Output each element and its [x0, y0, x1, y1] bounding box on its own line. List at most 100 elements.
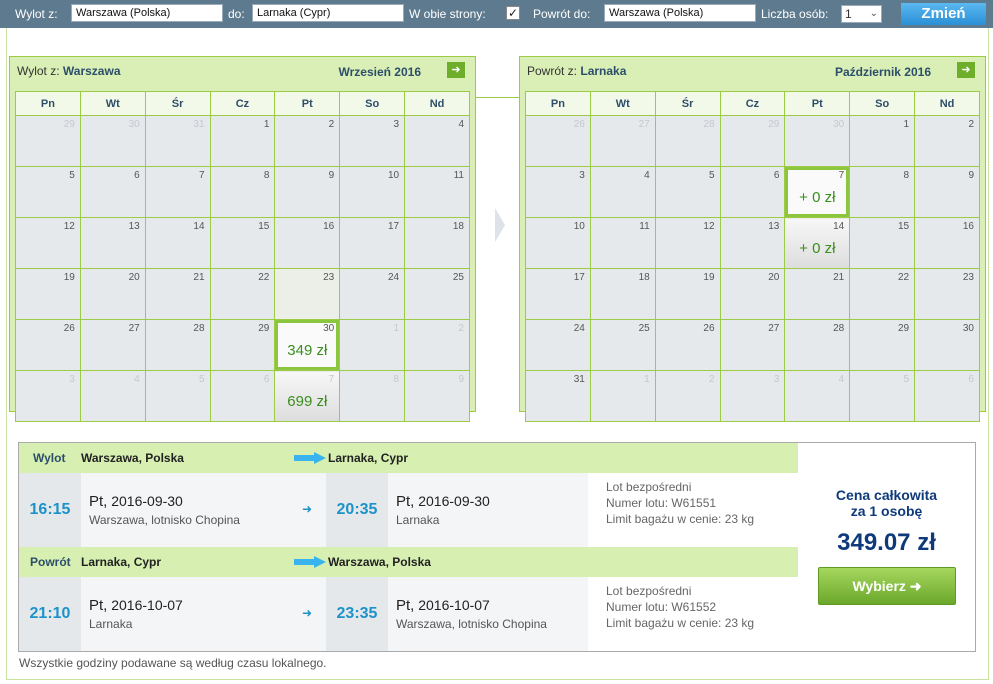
calendar-day[interactable]: 27: [589, 115, 656, 167]
calendar-day[interactable]: 25: [404, 268, 470, 320]
calendar-day[interactable]: 5: [849, 370, 916, 422]
calendar-day[interactable]: 18: [404, 217, 470, 269]
calendar-day[interactable]: 2: [654, 370, 721, 422]
calendar-day[interactable]: 14 + 0 zł: [784, 217, 851, 269]
calendar-day[interactable]: 2: [404, 319, 470, 371]
calendar-day[interactable]: 24: [339, 268, 406, 320]
calendar-day[interactable]: 21: [144, 268, 211, 320]
calendar-day[interactable]: 30: [784, 115, 851, 167]
calendar-day[interactable]: 16: [914, 217, 980, 269]
calendar-day[interactable]: 16: [274, 217, 341, 269]
calendar-day[interactable]: 9: [404, 370, 470, 422]
calendar-day[interactable]: 1: [339, 319, 406, 371]
calendar-day[interactable]: 30: [914, 319, 980, 371]
calendar-day[interactable]: 23: [274, 268, 341, 320]
calendar-day[interactable]: 20: [719, 268, 786, 320]
day-number: 21: [833, 272, 845, 283]
calendar-day[interactable]: 2: [274, 115, 341, 167]
calendar-day[interactable]: 29: [719, 115, 786, 167]
calendar-day[interactable]: 22: [209, 268, 276, 320]
calendar-day[interactable]: 4: [79, 370, 146, 422]
calendar-day[interactable]: 4: [404, 115, 470, 167]
calendar-day[interactable]: 9: [274, 166, 341, 218]
calendar-day[interactable]: 8: [209, 166, 276, 218]
select-button[interactable]: Wybierz ➜: [818, 567, 956, 605]
calendar-day[interactable]: 5: [654, 166, 721, 218]
persons-select[interactable]: 1 ⌄: [841, 5, 882, 23]
calendar-day[interactable]: 19: [654, 268, 721, 320]
roundtrip-checkbox[interactable]: ✓: [506, 6, 520, 20]
calendar-day[interactable]: 18: [589, 268, 656, 320]
calendar-day[interactable]: 4: [784, 370, 851, 422]
calendar-day[interactable]: 26: [525, 115, 591, 167]
calendar-day[interactable]: 15: [849, 217, 916, 269]
calendar-day[interactable]: 2: [914, 115, 980, 167]
calendar-day[interactable]: 13: [719, 217, 786, 269]
return-input[interactable]: Warszawa (Polska): [604, 4, 756, 22]
calendar-day[interactable]: 25: [589, 319, 656, 371]
calendar-day[interactable]: 3: [15, 370, 81, 422]
calendar-day[interactable]: 29: [849, 319, 916, 371]
calendar-day[interactable]: 7 + 0 zł: [784, 166, 851, 218]
weekday-header-row: Pn Wt Śr Cz Pt So Nd: [15, 91, 470, 116]
calendar-day[interactable]: 20: [79, 268, 146, 320]
calendar-day[interactable]: 8: [339, 370, 406, 422]
calendar-day[interactable]: 24: [525, 319, 591, 371]
calendar-day[interactable]: 11: [404, 166, 470, 218]
calendar-day[interactable]: 1: [849, 115, 916, 167]
calendar-day[interactable]: 1: [209, 115, 276, 167]
timezone-note: Wszystkie godziny podawane są według cza…: [19, 656, 327, 670]
calendar-day[interactable]: 5: [144, 370, 211, 422]
calendar-day[interactable]: 26: [15, 319, 81, 371]
calendar-day[interactable]: 12: [654, 217, 721, 269]
calendar-day[interactable]: 1: [589, 370, 656, 422]
from-input[interactable]: Warszawa (Polska): [71, 4, 223, 22]
calendar-day[interactable]: 28: [654, 115, 721, 167]
calendar-day[interactable]: 30: [79, 115, 146, 167]
calendar-day[interactable]: 5: [15, 166, 81, 218]
calendar-day[interactable]: 14: [144, 217, 211, 269]
calendar-day[interactable]: 27: [719, 319, 786, 371]
calendar-day[interactable]: 6: [914, 370, 980, 422]
day-number: 30: [962, 323, 974, 334]
calendar-day[interactable]: 6: [209, 370, 276, 422]
calendar-day[interactable]: 21: [784, 268, 851, 320]
day-number: 27: [128, 323, 140, 334]
calendar-day[interactable]: 23: [914, 268, 980, 320]
calendar-day[interactable]: 10: [339, 166, 406, 218]
calendar-day[interactable]: 6: [79, 166, 146, 218]
change-button[interactable]: Zmień: [901, 3, 986, 25]
calendar-day[interactable]: 22: [849, 268, 916, 320]
calendar-day[interactable]: 9: [914, 166, 980, 218]
calendar-day[interactable]: 28: [144, 319, 211, 371]
calendar-day[interactable]: 31: [144, 115, 211, 167]
arrow-icon: ➜: [302, 606, 313, 620]
calendar-day[interactable]: 3: [719, 370, 786, 422]
calendar-day[interactable]: 15: [209, 217, 276, 269]
calendar-day[interactable]: 29: [209, 319, 276, 371]
calendar-day[interactable]: 19: [15, 268, 81, 320]
to-input[interactable]: Larnaka (Cypr): [252, 4, 404, 22]
next-month-arrow-icon[interactable]: ➜: [447, 62, 465, 78]
calendar-day[interactable]: 8: [849, 166, 916, 218]
calendar-day[interactable]: 7 699 zł: [274, 370, 341, 422]
calendar-day[interactable]: 28: [784, 319, 851, 371]
calendar-day[interactable]: 7: [144, 166, 211, 218]
calendar-day[interactable]: 26: [654, 319, 721, 371]
calendar-day[interactable]: 13: [79, 217, 146, 269]
calendar-day[interactable]: 10: [525, 217, 591, 269]
calendar-day[interactable]: 30 349 zł: [274, 319, 341, 371]
calendar-day[interactable]: 29: [15, 115, 81, 167]
calendar-day[interactable]: 27: [79, 319, 146, 371]
calendar-day[interactable]: 11: [589, 217, 656, 269]
calendar-day[interactable]: 17: [525, 268, 591, 320]
calendar-day[interactable]: 31: [525, 370, 591, 422]
calendar-day[interactable]: 3: [525, 166, 591, 218]
calendar-day[interactable]: 12: [15, 217, 81, 269]
next-month-arrow-icon[interactable]: ➜: [957, 62, 975, 78]
calendar-day[interactable]: 4: [589, 166, 656, 218]
calendar-day[interactable]: 3: [339, 115, 406, 167]
calendar-day[interactable]: 17: [339, 217, 406, 269]
calendar-day[interactable]: 6: [719, 166, 786, 218]
calendar-month: Wrzesień 2016: [338, 65, 422, 79]
